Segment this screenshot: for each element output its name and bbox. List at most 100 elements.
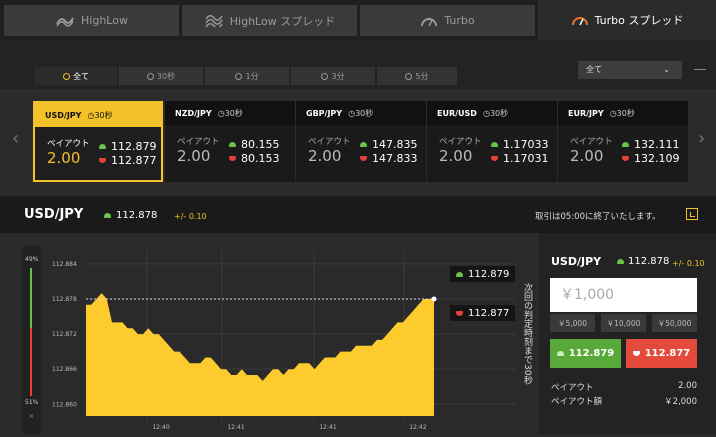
filter-tab-1m[interactable]: 1分 xyxy=(205,67,289,85)
up-icon xyxy=(360,142,367,147)
asset-card-nzdjpy[interactable]: NZD/JPY ◷30秒 ペイアウト 2.00 80.155 80.153 xyxy=(165,101,295,182)
card-payout-label: ペイアウト xyxy=(177,137,220,147)
clock-icon xyxy=(321,72,329,80)
close-icon[interactable]: × xyxy=(29,413,34,420)
filter-tab-3m[interactable]: 3分 xyxy=(291,67,375,85)
card-pair: USD/JPY xyxy=(45,110,82,120)
filter-tab-30s[interactable]: 30秒 xyxy=(119,67,203,85)
card-header: USD/JPY ◷30秒 xyxy=(35,103,161,127)
x-tick-label: 12:40 xyxy=(152,424,169,431)
card-pair: EUR/USD xyxy=(437,108,477,118)
low-button[interactable]: 112.877 xyxy=(626,339,697,368)
asset-card-eurusd[interactable]: EUR/USD ◷30秒 ペイアウト 2.00 1.17033 1.17031 xyxy=(427,101,557,182)
card-payout: 2.00 xyxy=(47,149,81,167)
card-high: 147.835 xyxy=(360,138,418,151)
card-time: ◷30秒 xyxy=(217,108,243,118)
price-change: +/- 0.10 xyxy=(174,212,207,221)
tab-label: HighLow スプレッド xyxy=(229,14,336,28)
panel-pair: USD/JPY xyxy=(551,255,602,268)
tab-label: HighLow xyxy=(81,14,128,27)
sentiment-up: 49% xyxy=(25,256,39,263)
up-icon xyxy=(456,271,463,277)
up-icon xyxy=(617,259,624,264)
current-price-dot xyxy=(431,296,437,302)
payout-value: 2.00 xyxy=(678,381,697,391)
y-tick-label: 112.884 xyxy=(52,261,77,268)
card-payout: 2.00 xyxy=(177,147,211,165)
panel-change: +/- 0.10 xyxy=(672,259,705,268)
card-payout-label: ペイアウト xyxy=(439,137,482,147)
chevron-down-icon: ⌄ xyxy=(663,65,670,74)
quick-amount-5000[interactable]: ￥5,000 xyxy=(550,314,595,332)
tab-highlow-spread[interactable]: HighLow スプレッド xyxy=(182,5,357,36)
y-tick-label: 112.866 xyxy=(52,366,77,373)
payout-label: ペイアウト xyxy=(551,383,594,393)
up-icon xyxy=(491,142,498,147)
minimize-icon[interactable] xyxy=(694,69,706,70)
card-time: ◷30秒 xyxy=(348,108,374,118)
filter-label: 1分 xyxy=(245,71,259,81)
card-high: 80.155 xyxy=(229,138,280,151)
bookmark-icon[interactable] xyxy=(686,208,698,220)
x-tick-label: 12:41 xyxy=(227,424,244,431)
price-area xyxy=(86,293,434,416)
high-price-bubble: 112.879 xyxy=(450,266,516,282)
dropdown-value: 全て xyxy=(586,65,602,74)
amount-input[interactable] xyxy=(550,278,697,312)
tab-turbo[interactable]: Turbo xyxy=(360,5,535,36)
filter-tab-all[interactable]: 全て xyxy=(35,67,117,85)
speedometer-icon xyxy=(421,17,438,26)
clock-icon xyxy=(405,72,413,80)
card-high: 112.879 xyxy=(99,140,157,153)
quick-amount-10000[interactable]: ￥10,000 xyxy=(601,314,646,332)
panel-price: 112.878 xyxy=(617,256,669,267)
tab-turbo-spread[interactable]: Turbo スプレッド xyxy=(538,0,716,40)
down-icon xyxy=(456,310,463,316)
card-payout: 2.00 xyxy=(308,147,342,165)
up-icon xyxy=(99,144,106,149)
sentiment-up-bar xyxy=(30,268,32,328)
up-icon xyxy=(622,142,629,147)
highlow-icon xyxy=(56,17,74,27)
payout-amount-value: ￥2,000 xyxy=(664,397,697,407)
x-tick-label: 12:42 xyxy=(409,424,426,431)
chevron-right-icon[interactable]: › xyxy=(698,128,705,149)
filter-label: 全て xyxy=(73,71,89,81)
up-icon xyxy=(556,351,564,356)
closing-notice: 取引は05:00に終了いたします。 xyxy=(535,212,661,222)
down-icon xyxy=(632,351,640,356)
card-header: EUR/JPY ◷30秒 xyxy=(558,101,688,125)
card-low: 1.17031 xyxy=(491,152,549,165)
card-pair: EUR/JPY xyxy=(568,108,604,118)
card-payout: 2.00 xyxy=(439,147,473,165)
card-header: GBP/JPY ◷30秒 xyxy=(296,101,426,125)
card-payout-label: ペイアウト xyxy=(47,139,90,149)
tab-highlow[interactable]: HighLow xyxy=(4,5,179,36)
chevron-left-icon[interactable]: ‹ xyxy=(12,128,19,149)
card-low: 112.877 xyxy=(99,154,157,167)
card-header: EUR/USD ◷30秒 xyxy=(427,101,557,125)
asset-card-gbpjpy[interactable]: GBP/JPY ◷30秒 ペイアウト 2.00 147.835 147.833 xyxy=(296,101,426,182)
high-button[interactable]: 112.879 xyxy=(550,339,621,368)
asset-card-usdjpy[interactable]: USD/JPY ◷30秒 ペイアウト 2.00 112.879 112.877 xyxy=(33,101,163,182)
filter-dropdown[interactable]: 全て ⌄ xyxy=(578,61,682,79)
tab-label: Turbo xyxy=(444,14,475,27)
down-icon xyxy=(99,158,106,163)
payout-amount-label: ペイアウト額 xyxy=(551,397,603,407)
card-time: ◷30秒 xyxy=(87,110,113,120)
card-payout-label: ペイアウト xyxy=(308,137,351,147)
up-icon xyxy=(229,142,236,147)
up-icon xyxy=(104,213,111,218)
down-icon xyxy=(229,156,236,161)
clock-icon xyxy=(63,72,70,80)
card-pair: GBP/JPY xyxy=(306,108,343,118)
asset-card-eurjpy[interactable]: EUR/JPY ◷30秒 ペイアウト 2.00 132.111 132.109 xyxy=(558,101,688,182)
x-tick-label: 12:41 xyxy=(319,424,336,431)
y-tick-label: 112.872 xyxy=(52,331,77,338)
card-low: 132.109 xyxy=(622,152,680,165)
filter-tab-5m[interactable]: 5分 xyxy=(377,67,457,85)
highlow-spread-icon xyxy=(205,14,223,27)
down-icon xyxy=(491,156,498,161)
quick-amount-50000[interactable]: ￥50,000 xyxy=(652,314,697,332)
sentiment-down: 51% xyxy=(25,399,39,406)
